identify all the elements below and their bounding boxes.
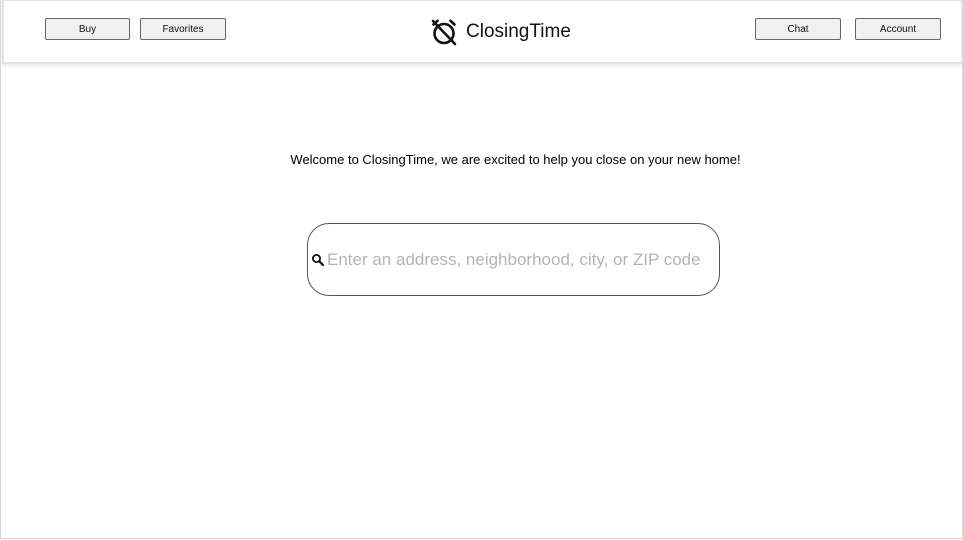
search-bar[interactable]: [307, 223, 720, 296]
top-navbar: Buy Favorites ClosingTime Chat Account: [2, 0, 963, 64]
search-icon: [312, 253, 325, 266]
favorites-button[interactable]: Favorites: [140, 18, 226, 40]
welcome-message: Welcome to ClosingTime, we are excited t…: [290, 152, 741, 167]
account-button[interactable]: Account: [855, 18, 941, 40]
buy-button[interactable]: Buy: [45, 18, 130, 40]
brand-logo[interactable]: ClosingTime: [430, 18, 571, 46]
chat-button[interactable]: Chat: [755, 18, 841, 40]
alarm-clock-off-icon: [431, 19, 457, 46]
brand-name: ClosingTime: [466, 21, 571, 42]
search-input[interactable]: [327, 249, 707, 270]
